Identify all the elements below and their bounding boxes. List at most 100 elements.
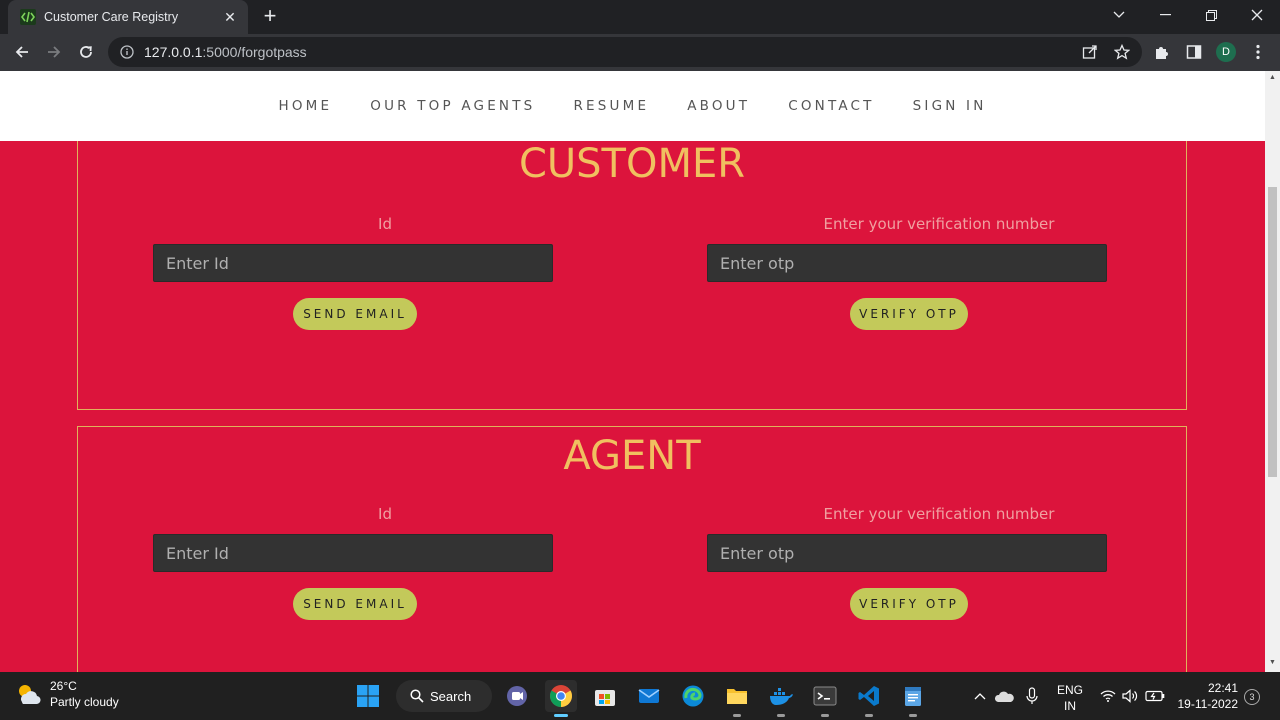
vscode-app[interactable] — [853, 680, 885, 717]
url-path: :5000/forgotpass — [202, 44, 307, 60]
profile-avatar-button[interactable]: D — [1213, 39, 1239, 65]
clock-date: 19-11-2022 — [1177, 697, 1239, 711]
nav-top-agents-link[interactable]: OUR TOP AGENTS — [370, 98, 535, 114]
bookmark-star-icon[interactable] — [1109, 39, 1135, 65]
partly-cloudy-icon — [19, 685, 41, 705]
browser-tab-bar: Customer Care Registry ✕ + — [0, 0, 1280, 34]
mail-icon — [638, 689, 660, 703]
running-app-indicator — [865, 714, 873, 717]
onedrive-cloud-icon[interactable] — [992, 672, 1016, 720]
wifi-icon[interactable] — [1098, 672, 1118, 720]
customer-send-email-button[interactable]: SEND EMAIL — [293, 298, 417, 330]
address-bar[interactable]: 127.0.0.1:5000/forgotpass — [108, 37, 1142, 67]
weather-temperature: 26°C — [50, 679, 77, 693]
agent-verify-otp-button[interactable]: VERIFY OTP — [850, 588, 968, 620]
customer-verify-otp-button[interactable]: VERIFY OTP — [850, 298, 968, 330]
running-app-indicator — [733, 714, 741, 717]
input-language-indicator[interactable]: ENG IN — [1056, 682, 1084, 714]
nav-resume-link[interactable]: RESUME — [573, 98, 649, 114]
windows-start-icon — [357, 685, 379, 707]
nav-contact-link[interactable]: CONTACT — [788, 98, 874, 114]
reload-icon — [80, 46, 92, 58]
new-tab-button[interactable]: + — [258, 5, 282, 29]
lang-code: ENG — [1056, 683, 1083, 697]
store-icon — [595, 690, 615, 706]
forward-button[interactable] — [40, 38, 68, 66]
customer-id-input[interactable] — [153, 244, 553, 282]
running-app-indicator — [777, 714, 785, 717]
active-app-indicator — [554, 714, 568, 717]
microphone-icon[interactable] — [1022, 672, 1042, 720]
tab-title: Customer Care Registry — [44, 10, 179, 24]
url-host: 127.0.0.1 — [144, 44, 203, 60]
system-clock[interactable]: 22:41 19-11-2022 — [1176, 680, 1239, 712]
scroll-up-arrow-icon[interactable]: ▲ — [1268, 74, 1277, 84]
agent-send-email-button[interactable]: SEND EMAIL — [293, 588, 417, 620]
customer-otp-label: Enter your verification number — [823, 215, 1055, 233]
show-hidden-icons-chevron-icon[interactable] — [970, 672, 990, 720]
url-text: 127.0.0.1:5000/forgotpass — [144, 44, 307, 60]
back-button[interactable] — [8, 38, 36, 66]
agent-panel: AGENT Id Enter your verification number … — [77, 426, 1187, 672]
forward-arrow-icon — [48, 46, 61, 58]
tab-search-icon[interactable] — [1096, 0, 1142, 30]
agent-title: AGENT — [563, 433, 701, 479]
region-code: IN — [1064, 699, 1076, 713]
chrome-icon — [550, 685, 572, 707]
browser-menu-icon[interactable] — [1245, 39, 1271, 65]
windows-taskbar: 26°C Partly cloudy Search ENG IN 22:41 1… — [0, 672, 1280, 720]
share-icon[interactable] — [1077, 39, 1103, 65]
minimize-window-button[interactable] — [1142, 0, 1188, 30]
scroll-down-arrow-icon[interactable]: ▼ — [1268, 659, 1277, 669]
site-favicon-icon — [20, 9, 36, 25]
notification-count-badge[interactable]: 3 — [1244, 689, 1260, 705]
taskbar-search-box[interactable]: Search — [396, 680, 492, 712]
customer-title: CUSTOMER — [518, 141, 746, 187]
edge-app[interactable] — [677, 680, 709, 712]
scrollbar-thumb[interactable] — [1268, 187, 1277, 477]
mail-app[interactable] — [633, 680, 665, 712]
nav-home-link[interactable]: HOME — [278, 98, 332, 114]
chat-icon — [507, 686, 527, 706]
site-info-icon[interactable] — [120, 45, 134, 59]
agent-id-input[interactable] — [153, 534, 553, 572]
side-panel-icon[interactable] — [1181, 39, 1207, 65]
weather-condition: Partly cloudy — [50, 695, 119, 709]
agent-otp-label: Enter your verification number — [823, 505, 1055, 523]
restore-window-button[interactable] — [1188, 0, 1234, 30]
running-app-indicator — [821, 714, 829, 717]
notepad-icon — [905, 687, 921, 706]
volume-icon[interactable] — [1120, 672, 1140, 720]
start-button[interactable] — [352, 680, 384, 712]
terminal-icon — [813, 686, 837, 706]
page-scrollbar[interactable]: ▲ ▼ — [1265, 71, 1280, 672]
search-icon — [410, 689, 424, 703]
weather-widget[interactable]: 26°C Partly cloudy — [14, 678, 119, 710]
chrome-app[interactable] — [545, 680, 577, 717]
browser-tab[interactable]: Customer Care Registry ✕ — [8, 0, 248, 34]
docker-whale-icon — [770, 688, 793, 705]
browser-toolbar: 127.0.0.1:5000/forgotpass D — [0, 34, 1280, 71]
site-navbar: HOME OUR TOP AGENTS RESUME ABOUT CONTACT… — [0, 71, 1265, 141]
close-tab-icon[interactable]: ✕ — [222, 9, 238, 26]
agent-otp-input[interactable] — [707, 534, 1107, 572]
nav-sign-in-link[interactable]: SIGN IN — [913, 98, 987, 114]
terminal-app[interactable] — [809, 680, 841, 717]
vscode-icon — [858, 686, 879, 706]
microsoft-store-app[interactable] — [589, 680, 621, 712]
customer-otp-input[interactable] — [707, 244, 1107, 282]
reload-button[interactable] — [72, 38, 100, 66]
extensions-puzzle-icon[interactable] — [1149, 39, 1175, 65]
avatar: D — [1216, 42, 1236, 62]
close-window-button[interactable] — [1234, 0, 1280, 30]
running-app-indicator — [909, 714, 917, 717]
docker-app[interactable] — [765, 680, 797, 717]
clock-time: 22:41 — [1207, 681, 1238, 695]
teams-chat-app[interactable] — [501, 680, 533, 712]
battery-icon[interactable] — [1144, 672, 1166, 720]
notepad-app[interactable] — [897, 680, 929, 717]
file-explorer-app[interactable] — [721, 680, 753, 717]
agent-id-label: Id — [378, 505, 392, 523]
nav-about-link[interactable]: ABOUT — [687, 98, 750, 114]
back-arrow-icon — [15, 46, 28, 58]
